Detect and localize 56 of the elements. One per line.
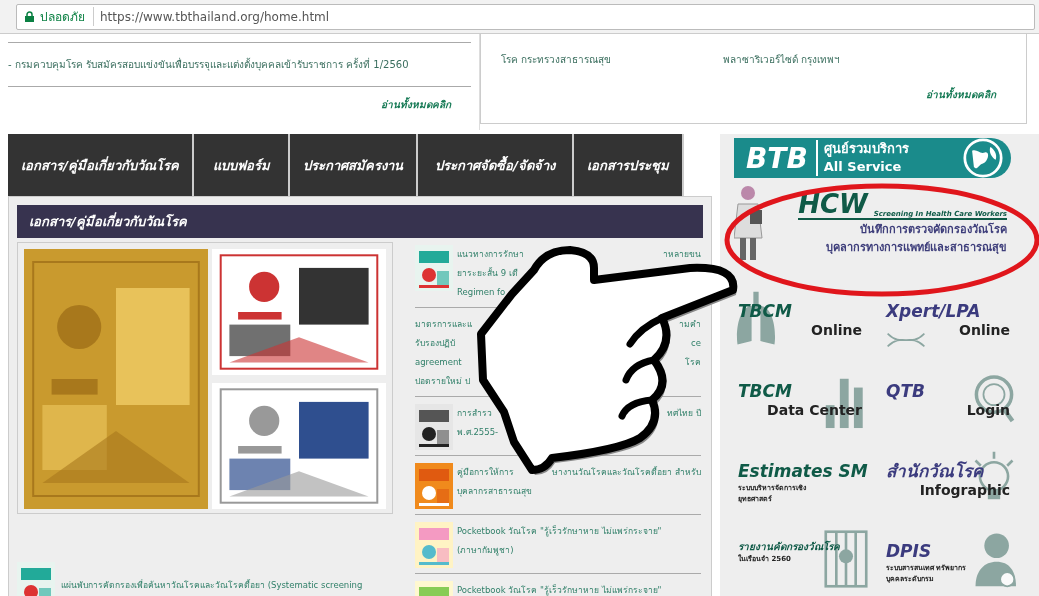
service-link[interactable]: TBCM xyxy=(738,300,796,323)
document-link[interactable]: แผ่นพับการคัดกรองเพื่อค้นหาวัณโรคและวัณโรคดื้อยา (Systematic screening xyxy=(61,575,363,595)
globe-icon xyxy=(963,138,1003,178)
nav-tab[interactable]: แบบฟอร์ม xyxy=(194,134,290,196)
service-subtitle: Login xyxy=(966,402,1010,419)
hcw-title: บันทึกการตรวจคัดกรองวัณโรค xyxy=(860,221,1007,238)
nav-tab[interactable]: ประกาศสมัครงาน xyxy=(290,134,418,196)
service-link[interactable]: TBCM xyxy=(738,380,796,403)
document-link[interactable]: ปอดรายใหม่ ป xyxy=(415,372,470,391)
document-link[interactable]: คู่มือการให้การ xyxy=(457,463,514,482)
document-link[interactable]: ทศไทย ปี xyxy=(667,404,701,423)
document-link[interactable]: ยาระยะสั้น 9 เดื xyxy=(457,264,518,283)
url-text: https://www.tbthailand.org/home.html xyxy=(100,9,330,24)
document-link[interactable]: Regimen fo xyxy=(457,283,506,302)
document-link[interactable]: แนวทางการรักษา xyxy=(457,245,524,264)
news-text: โรค กระทรวงสาธารณสุข xyxy=(501,53,613,67)
document-link[interactable]: บุคลากรสาธารณสุข xyxy=(457,482,532,501)
hcw-title: บุคลากรทางการแพทย์และสาธารณสุข xyxy=(826,240,1007,256)
service-subtitle: Online xyxy=(959,322,1010,339)
document-link[interactable]: Pocketbook วัณโรค "รู้เร็วรักษาหาย ไม่แพร่กระจาย" xyxy=(457,522,662,541)
service-link[interactable]: รายงานคัดกรองวัณโรค xyxy=(738,540,844,553)
service-subtitle: Data Center xyxy=(767,402,862,419)
dna-icon xyxy=(886,332,926,348)
service-subtitle: Online xyxy=(811,322,862,339)
news-item[interactable]: - กรมควบคุมโรค รับสมัครสอบแข่งขันเพื่อบรรจุและแต่งตั้งบุคคลเข้ารับราชการ ครั้งที่ 1/2560 xyxy=(8,42,471,87)
lock-icon xyxy=(25,11,34,22)
document-link[interactable]: (ภาษากัมพูชา) xyxy=(457,541,514,560)
read-more-link[interactable]: อ่านทั้งหมดคลิก xyxy=(381,97,451,112)
service-subtitle: Infographic xyxy=(919,482,1010,499)
section-header: เอกสาร/คู่มือเกี่ยวกับวัณโรค xyxy=(17,205,703,238)
service-link[interactable]: QTB xyxy=(886,380,929,403)
document-link[interactable]: agreement xyxy=(415,353,462,372)
document-link[interactable]: ce xyxy=(691,334,701,353)
document-link[interactable]: มาตรการและแ xyxy=(415,315,472,334)
document-link[interactable]: รับรองปฏิบั xyxy=(415,334,455,353)
doctor-figure-icon xyxy=(734,184,764,262)
document-link[interactable]: การสำรว xyxy=(457,404,492,423)
service-banner[interactable]: BTB ศูนย์รวมบริการ All Service xyxy=(734,138,1011,178)
nav-tab[interactable]: ประกาศจัดซื้อ/จัดจ้าง xyxy=(418,134,574,196)
nav-tab[interactable]: เอกสารประชุม xyxy=(574,134,684,196)
address-bar[interactable]: ปลอดภัย https://www.tbthailand.org/home.html xyxy=(16,3,1035,30)
service-link[interactable]: DPIS xyxy=(886,540,936,563)
service-link[interactable]: สำนักวัณโรค xyxy=(886,460,987,483)
service-link[interactable]: Estimates SM xyxy=(738,460,872,483)
hcw-logo[interactable]: HCW xyxy=(798,190,868,218)
news-text: พลาซาริเวอร์ไซด์ กรุงเทพฯ xyxy=(723,53,842,67)
document-link[interactable]: Pocketbook วัณโรค "รู้เร็วรักษาหาย ไม่แพร่กระจาย" xyxy=(457,581,662,596)
document-link[interactable]: ามคำ xyxy=(679,315,701,334)
document-link[interactable]: ษางานวัณโรคและวัณโรคดื้อยา สำหรับ xyxy=(552,463,701,482)
nav-tab[interactable]: เอกสาร/คู่มือเกี่ยวกับวัณโรค xyxy=(8,134,194,196)
security-label: ปลอดภัย xyxy=(40,7,94,26)
read-more-link[interactable]: อ่านทั้งหมดคลิก xyxy=(926,87,996,102)
document-link[interactable]: พ.ศ.2555- xyxy=(457,423,499,442)
document-link[interactable]: าหลายขน xyxy=(663,245,701,264)
document-link[interactable]: โรค xyxy=(685,353,701,372)
service-link[interactable]: Xpert/LPA xyxy=(886,300,985,323)
